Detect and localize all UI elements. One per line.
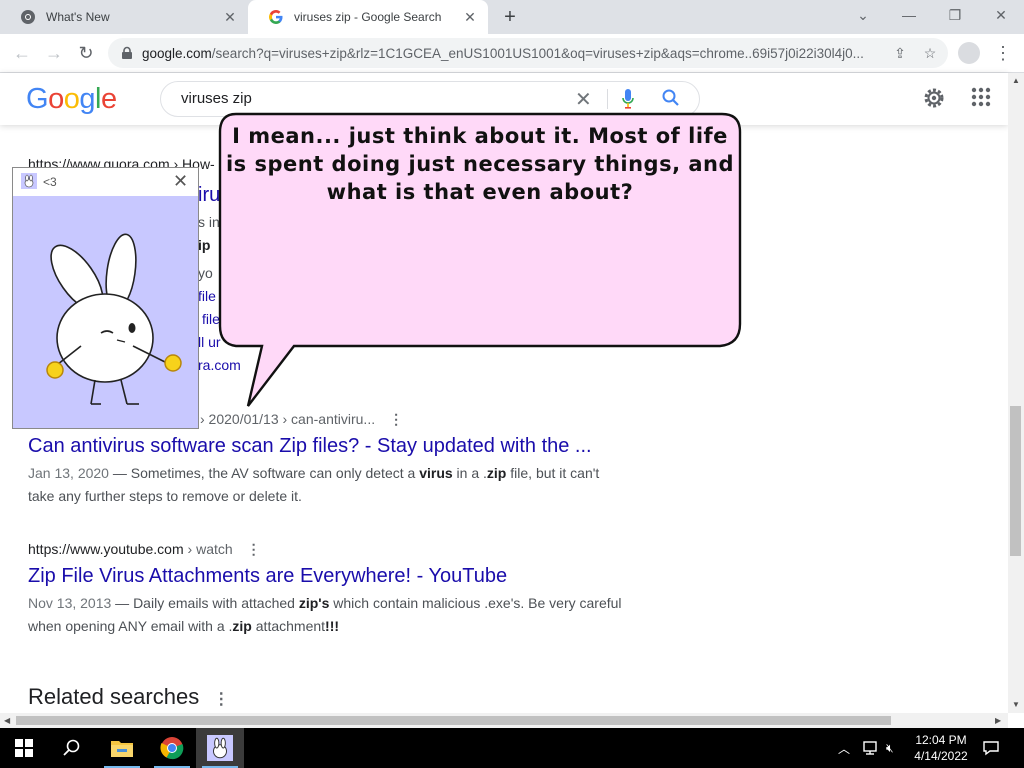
google-apps-icon[interactable] [971, 87, 991, 107]
result-breadcrumb: › 2020/01/13 › can-antiviru... [200, 411, 376, 427]
windows-start-icon [15, 739, 33, 757]
scroll-left-arrow-icon[interactable]: ◀ [4, 716, 10, 725]
bookmark-star-icon[interactable]: ☆ [918, 45, 942, 62]
share-icon[interactable]: ⇪ [888, 45, 912, 62]
close-window-button[interactable]: ✕ [978, 0, 1024, 30]
show-hidden-icons-chevron-icon[interactable]: ︿ [838, 728, 850, 768]
partial-result-fragment: ip [198, 237, 211, 253]
clock-time: 12:04 PM [915, 733, 967, 747]
minimize-button[interactable]: — [886, 0, 932, 30]
desktop-pet-window[interactable]: <3 ✕ [12, 167, 199, 429]
search-result: https://www.youtube.com › watch ⋮ Zip Fil… [28, 541, 628, 638]
tab-title: viruses zip - Google Search [294, 10, 442, 24]
tab-strip: What's New ✕ viruses zip - Google Search… [0, 0, 1024, 34]
related-more-options-icon[interactable]: ⋮ [213, 691, 229, 708]
scroll-down-arrow-icon[interactable]: ▼ [1012, 700, 1020, 709]
search-icon[interactable] [661, 88, 681, 108]
result-breadcrumb: › watch [187, 541, 233, 557]
url-host: google.com [142, 45, 212, 61]
related-searches-heading: Related searches ⋮ [28, 684, 230, 709]
result-snippet: Nov 13, 2013 — Daily emails with attache… [28, 595, 622, 634]
bunny-character[interactable] [13, 196, 198, 428]
taskbar-clock[interactable]: 12:04 PM 4/14/2022 [908, 732, 974, 764]
result-date: Nov 13, 2013 [28, 595, 112, 611]
chrome-icon [160, 737, 184, 760]
file-explorer-icon [111, 741, 133, 757]
speech-bubble-text: I mean... just think about it. Most of l… [225, 124, 735, 204]
vertical-scrollbar[interactable] [1008, 73, 1024, 713]
result-more-options-icon[interactable]: ⋮ [247, 541, 261, 558]
start-button[interactable] [0, 728, 48, 768]
search-divider [607, 89, 608, 109]
clock-date: 4/14/2022 [914, 749, 968, 763]
tab-title: What's New [46, 10, 110, 24]
tab-whats-new[interactable]: What's New ✕ [0, 0, 248, 34]
new-tab-button[interactable]: + [498, 5, 522, 29]
lock-icon[interactable] [120, 46, 134, 60]
url-text[interactable]: google.com/search?q=viruses+zip&rlz=1C1G… [142, 46, 888, 61]
scroll-right-arrow-icon[interactable]: ▶ [995, 716, 1001, 725]
vertical-scrollbar-thumb[interactable] [1010, 406, 1021, 556]
taskbar-chrome[interactable] [148, 728, 196, 768]
chrome-menu-icon[interactable]: ⋮ [994, 40, 1012, 66]
notifications-icon[interactable] [982, 728, 1000, 768]
tab-google-search[interactable]: viruses zip - Google Search ✕ [248, 0, 488, 34]
windows-taskbar: ︿ 🔇︎ 12:04 PM 4/14/2022 [0, 728, 1024, 768]
horizontal-scrollbar-thumb[interactable] [16, 716, 891, 725]
google-logo[interactable]: Google [26, 83, 117, 116]
bunny-pet-icon [207, 735, 233, 761]
volume-muted-icon[interactable]: 🔇︎ [886, 728, 894, 768]
back-arrow-icon[interactable]: ← [10, 41, 34, 65]
tab-close-icon[interactable]: ✕ [220, 9, 240, 26]
restore-button[interactable]: ❐ [932, 0, 978, 30]
search-input[interactable]: viruses zip [181, 90, 252, 107]
scroll-up-arrow-icon[interactable]: ▲ [1012, 76, 1020, 85]
tab-close-icon[interactable]: ✕ [460, 9, 480, 26]
google-g-icon [269, 10, 283, 24]
pet-canvas[interactable] [13, 196, 198, 428]
pet-window-titlebar[interactable]: <3 ✕ [13, 168, 198, 195]
result-title-link[interactable]: Can antivirus software scan Zip files? -… [28, 435, 628, 458]
bunny-pet-icon [21, 173, 37, 189]
taskbar-bunny-pet[interactable] [196, 728, 244, 768]
pet-window-title: <3 [43, 175, 57, 189]
result-url: https://www.youtube.com [28, 541, 184, 557]
forward-arrow-icon[interactable]: → [42, 41, 66, 65]
pet-close-icon[interactable]: ✕ [173, 171, 188, 192]
search-icon [63, 739, 80, 756]
microphone-icon[interactable] [621, 88, 635, 110]
taskbar-file-explorer[interactable] [98, 728, 146, 768]
profile-avatar-icon[interactable] [958, 42, 980, 64]
address-bar[interactable]: google.com/search?q=viruses+zip&rlz=1C1G… [108, 38, 948, 68]
result-snippet: Jan 13, 2020 — Sometimes, the AV softwar… [28, 465, 600, 504]
settings-gear-icon[interactable] [922, 86, 946, 110]
result-title-link[interactable]: Zip File Virus Attachments are Everywher… [28, 565, 628, 588]
url-path: /search?q=viruses+zip&rlz=1C1GCEA_enUS10… [211, 45, 864, 61]
chrome-icon [21, 10, 35, 24]
clear-search-icon[interactable]: ✕ [575, 87, 592, 112]
result-more-options-icon[interactable]: ⋮ [389, 411, 403, 428]
reload-icon[interactable]: ↻ [74, 41, 98, 65]
network-icon[interactable] [862, 728, 880, 768]
browser-toolbar: ← → ↻ google.com/search?q=viruses+zip&rl… [0, 34, 1024, 73]
tab-search-icon[interactable]: ⌄ [840, 0, 886, 30]
result-cite[interactable]: https://www.youtube.com › watch ⋮ [28, 541, 628, 558]
result-date: Jan 13, 2020 [28, 465, 109, 481]
partial-result-fragment: yo [198, 265, 213, 281]
taskbar-search-button[interactable] [48, 728, 96, 768]
